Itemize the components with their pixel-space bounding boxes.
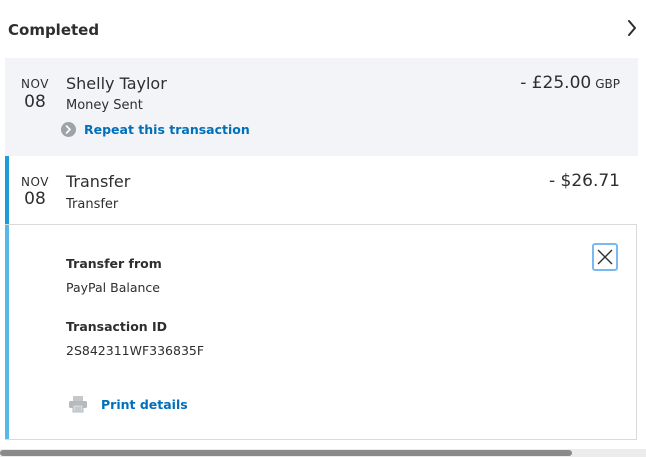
close-button[interactable] — [592, 243, 618, 271]
print-details-link[interactable]: Print details — [68, 395, 188, 413]
horizontal-scrollbar[interactable] — [0, 449, 646, 457]
selected-indicator — [5, 225, 9, 439]
amount-value: - £25.00 — [520, 73, 592, 93]
chevron-right-circle-icon — [61, 122, 76, 137]
transaction-type: Transfer — [66, 197, 119, 212]
chevron-right-icon[interactable] — [622, 17, 642, 39]
repeat-transaction-link[interactable]: Repeat this transaction — [61, 122, 250, 137]
transaction-amount: - $26.71 — [548, 171, 620, 191]
section-title: Completed — [8, 21, 100, 39]
transfer-from-value: PayPal Balance — [66, 280, 160, 295]
transaction-amount: - £25.00 GBP — [520, 73, 620, 93]
date-month: NOV — [21, 77, 49, 91]
transfer-from-label: Transfer from — [66, 256, 162, 271]
scrollbar-thumb[interactable] — [0, 450, 572, 456]
transaction-name: Transfer — [66, 172, 131, 191]
amount-currency: GBP — [595, 77, 620, 91]
transaction-row[interactable]: NOV 08 Transfer Transfer - $26.71 — [5, 156, 638, 224]
close-icon — [597, 249, 613, 265]
transaction-name: Shelly Taylor — [66, 74, 167, 93]
section-header: Completed — [0, 0, 646, 58]
repeat-transaction-label: Repeat this transaction — [84, 122, 250, 137]
date-month: NOV — [21, 175, 49, 189]
transaction-id-label: Transaction ID — [66, 319, 168, 334]
transaction-id-value: 2S842311WF336835F — [66, 343, 205, 358]
date-day: 08 — [24, 92, 46, 112]
printer-icon — [68, 395, 88, 413]
date-day: 08 — [24, 189, 46, 209]
transaction-details-panel: Transfer from PayPal Balance Transaction… — [5, 224, 637, 440]
selected-indicator — [5, 156, 9, 224]
print-details-label: Print details — [101, 396, 188, 412]
transaction-row[interactable]: NOV 08 Shelly Taylor Money Sent - £25.00… — [5, 58, 638, 156]
transaction-type: Money Sent — [66, 98, 143, 113]
